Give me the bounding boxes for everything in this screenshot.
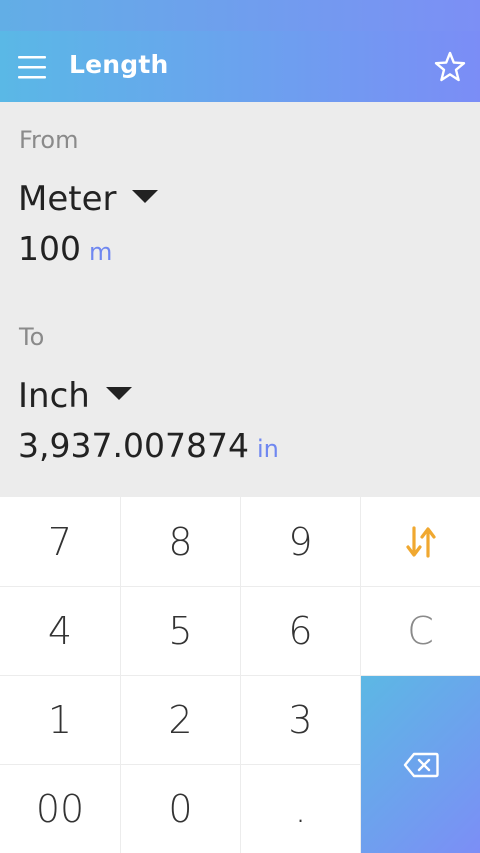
favorite-button[interactable] — [432, 49, 468, 85]
star-outline-icon — [434, 51, 466, 82]
keypad: 7 8 9 4 5 6 C 1 2 3 00 0 . — [0, 497, 480, 853]
to-unit-dropdown[interactable]: Inch — [18, 376, 132, 416]
to-unit-symbol: in — [256, 435, 279, 463]
to-value-field: 3,937.007874 in — [18, 426, 279, 465]
from-label: From — [19, 126, 79, 154]
dropdown-caret-icon — [105, 387, 132, 400]
key-3[interactable]: 3 — [241, 676, 361, 765]
backspace-button[interactable] — [361, 676, 480, 853]
converter-panel: From Meter 100 m To Inch 3,937.007874 in — [0, 102, 480, 497]
key-8[interactable]: 8 — [121, 497, 241, 587]
backspace-icon — [403, 752, 439, 777]
dropdown-caret-icon — [132, 190, 159, 203]
key-7[interactable]: 7 — [0, 497, 121, 587]
status-bar — [0, 0, 480, 31]
page-title: Length — [69, 50, 169, 79]
swap-arrows-icon — [405, 525, 436, 558]
key-9[interactable]: 9 — [241, 497, 361, 587]
menu-button[interactable] — [10, 45, 54, 89]
key-1[interactable]: 1 — [0, 676, 121, 765]
key-0[interactable]: 0 — [121, 765, 241, 853]
key-5[interactable]: 5 — [121, 587, 241, 676]
app-bar: Length — [0, 31, 480, 102]
to-value: 3,937.007874 — [18, 426, 249, 465]
key-6[interactable]: 6 — [241, 587, 361, 676]
key-2[interactable]: 2 — [121, 676, 241, 765]
from-unit-dropdown[interactable]: Meter — [18, 179, 159, 219]
to-unit-name: Inch — [18, 376, 90, 416]
clear-button[interactable]: C — [361, 587, 480, 676]
to-label: To — [19, 323, 45, 351]
from-value-field[interactable]: 100 m — [18, 229, 112, 268]
hamburger-menu-icon — [18, 56, 46, 79]
key-4[interactable]: 4 — [0, 587, 121, 676]
swap-button[interactable] — [361, 497, 480, 587]
from-value: 100 — [18, 229, 81, 268]
from-unit-name: Meter — [18, 179, 117, 219]
key-00[interactable]: 00 — [0, 765, 121, 853]
from-unit-symbol: m — [89, 238, 113, 266]
key-decimal[interactable]: . — [241, 765, 361, 853]
